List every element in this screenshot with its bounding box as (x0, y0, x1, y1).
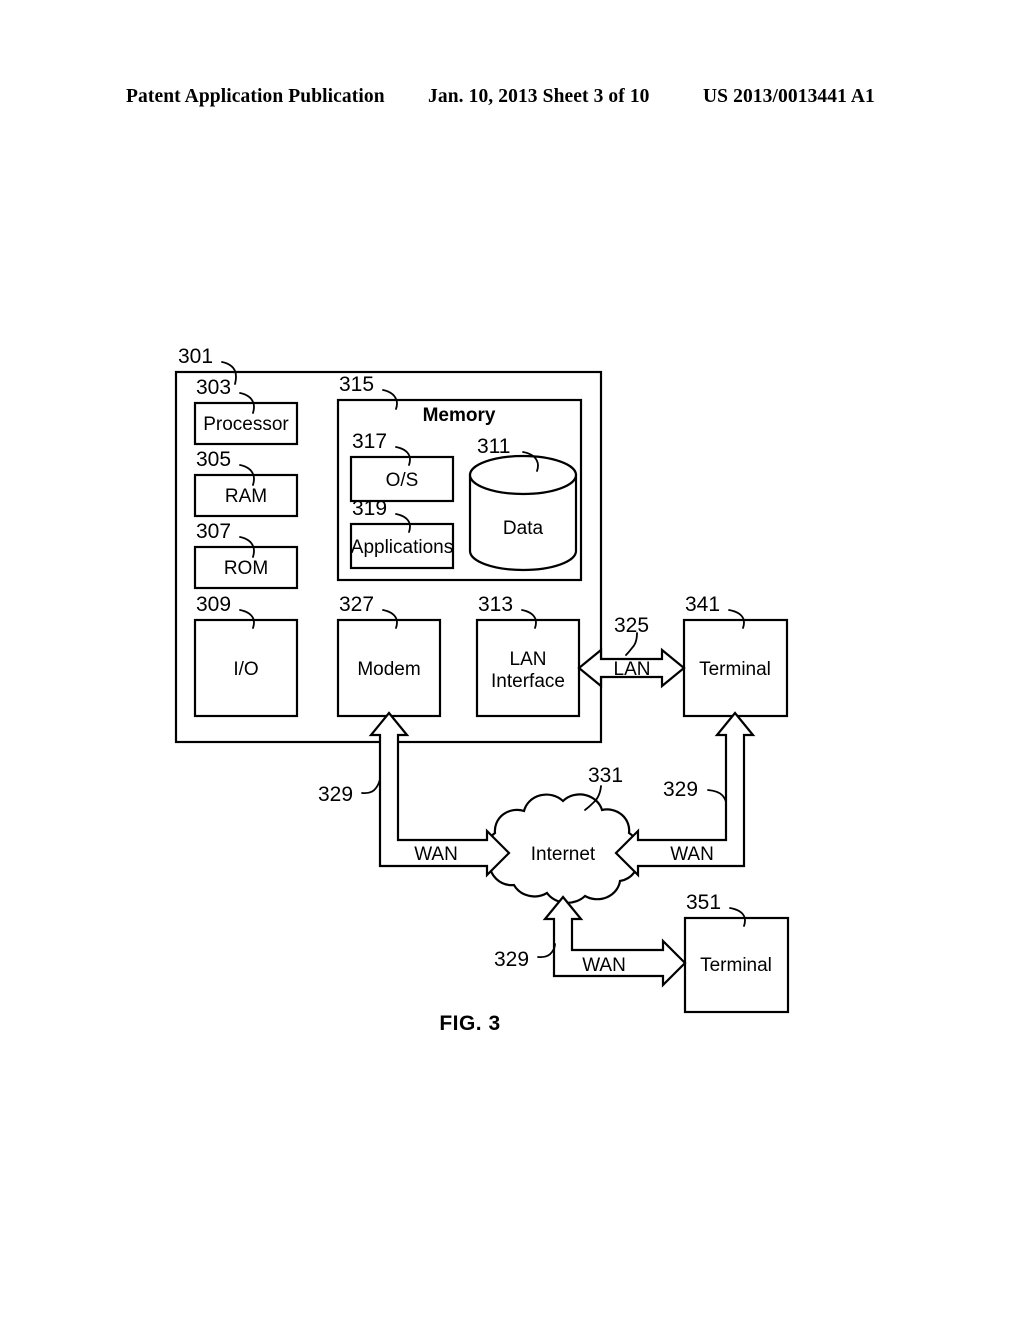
terminal-351-label: Terminal (700, 955, 772, 976)
lan-link-label: LAN (614, 659, 651, 680)
terminal-341-label: Terminal (699, 659, 771, 680)
leader-329-right (707, 789, 727, 803)
ref-305: 305 (196, 448, 231, 471)
ref-341: 341 (685, 593, 720, 616)
ref-311: 311 (477, 435, 510, 458)
ref-329-bottom: 329 (494, 948, 529, 971)
ref-313: 313 (478, 593, 513, 616)
ref-303: 303 (196, 376, 231, 399)
ref-315: 315 (339, 373, 374, 396)
processor-label: Processor (203, 414, 289, 435)
lan-interface-label-line1: LAN (510, 649, 547, 670)
data-cylinder (468, 454, 578, 572)
ram-label: RAM (225, 486, 267, 507)
wan-left-label: WAN (414, 844, 458, 865)
wan-bottom-label: WAN (582, 955, 626, 976)
wan-right-label: WAN (670, 844, 714, 865)
ref-325: 325 (614, 614, 649, 637)
lan-interface-label-line2: Interface (491, 671, 565, 692)
rom-label: ROM (224, 558, 268, 579)
memory-label: Memory (423, 405, 496, 426)
ref-301: 301 (178, 345, 213, 368)
applications-label: Applications (351, 537, 453, 558)
os-label: O/S (386, 470, 419, 491)
ref-327: 327 (339, 593, 374, 616)
leader-329-bottom (537, 943, 556, 959)
figure-caption: FIG. 3 (439, 1012, 500, 1035)
ref-317: 317 (352, 430, 387, 453)
internet-label: Internet (531, 844, 596, 865)
io-label: I/O (233, 659, 258, 680)
leader-329-left (361, 778, 381, 795)
figure-3-diagram: 301 Processor 303 RAM 305 ROM 307 Memory… (174, 345, 790, 1035)
ref-309: 309 (196, 593, 231, 616)
modem-label: Modem (357, 659, 420, 680)
ref-319: 319 (352, 497, 387, 520)
ref-329-left: 329 (318, 783, 353, 806)
ref-329-right: 329 (663, 778, 698, 801)
data-label: Data (503, 518, 544, 539)
ref-331: 331 (588, 764, 623, 787)
patent-page: Patent Application Publication Jan. 10, … (0, 0, 1024, 1320)
ref-351: 351 (686, 891, 721, 914)
ref-307: 307 (196, 520, 231, 543)
